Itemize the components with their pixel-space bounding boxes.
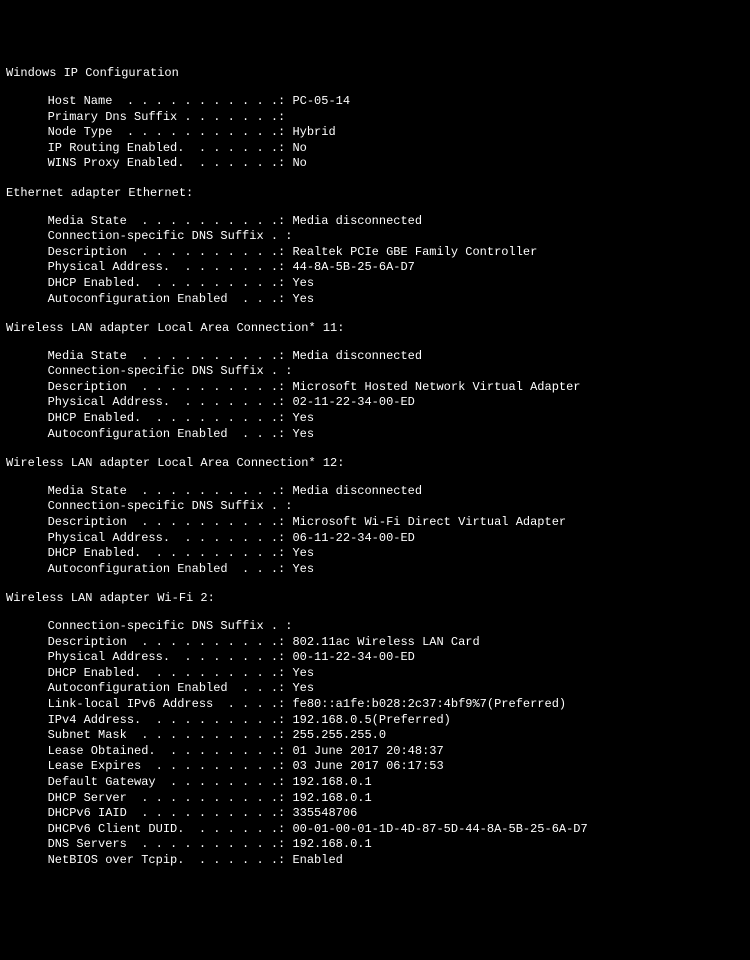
row-value: Enabled <box>292 853 342 867</box>
config-row: Host Name . . . . . . . . . . .: PC-05-1… <box>6 94 744 110</box>
config-row: Physical Address. . . . . . . .: 02-11-2… <box>6 395 744 411</box>
row-value: 192.168.0.1 <box>292 791 371 805</box>
adapter-header: Wireless LAN adapter Local Area Connecti… <box>6 321 744 337</box>
config-row: Description . . . . . . . . . .: Microso… <box>6 515 744 531</box>
config-row: DHCP Enabled. . . . . . . . . .: Yes <box>6 411 744 427</box>
config-row: Connection-specific DNS Suffix . : <box>6 229 744 245</box>
config-row: DHCP Enabled. . . . . . . . . .: Yes <box>6 546 744 562</box>
config-row: DHCP Enabled. . . . . . . . . .: Yes <box>6 276 744 292</box>
config-row: Physical Address. . . . . . . .: 06-11-2… <box>6 531 744 547</box>
row-value: 192.168.0.5(Preferred) <box>292 713 450 727</box>
config-row: IPv4 Address. . . . . . . . . .: 192.168… <box>6 713 744 729</box>
section-title: Windows IP Configuration <box>6 66 744 82</box>
row-value: Yes <box>292 666 314 680</box>
config-row: Autoconfiguration Enabled . . .: Yes <box>6 292 744 308</box>
config-row: Description . . . . . . . . . .: Realtek… <box>6 245 744 261</box>
config-row: Media State . . . . . . . . . .: Media d… <box>6 484 744 500</box>
config-row: Node Type . . . . . . . . . . .: Hybrid <box>6 125 744 141</box>
row-value: Realtek PCIe GBE Family Controller <box>292 245 537 259</box>
config-row: Link-local IPv6 Address . . . .: fe80::a… <box>6 697 744 713</box>
config-row: Physical Address. . . . . . . .: 44-8A-5… <box>6 260 744 276</box>
row-value: 06-11-22-34-00-ED <box>292 531 414 545</box>
row-value: Microsoft Hosted Network Virtual Adapter <box>292 380 580 394</box>
config-row: Physical Address. . . . . . . .: 00-11-2… <box>6 650 744 666</box>
config-row: IP Routing Enabled. . . . . . .: No <box>6 141 744 157</box>
config-row: WINS Proxy Enabled. . . . . . .: No <box>6 156 744 172</box>
config-row: Primary Dns Suffix . . . . . . .: <box>6 110 744 126</box>
row-value: Yes <box>292 427 314 441</box>
config-row: DHCP Server . . . . . . . . . .: 192.168… <box>6 791 744 807</box>
config-row: Connection-specific DNS Suffix . : <box>6 364 744 380</box>
config-row: Description . . . . . . . . . .: Microso… <box>6 380 744 396</box>
row-value: 255.255.255.0 <box>292 728 386 742</box>
row-value: No <box>292 141 306 155</box>
config-row: Description . . . . . . . . . .: 802.11a… <box>6 635 744 651</box>
config-row: NetBIOS over Tcpip. . . . . . .: Enabled <box>6 853 744 869</box>
row-value: 02-11-22-34-00-ED <box>292 395 414 409</box>
config-row: Connection-specific DNS Suffix . : <box>6 619 744 635</box>
row-value: Yes <box>292 276 314 290</box>
row-value: 00-11-22-34-00-ED <box>292 650 414 664</box>
row-value: fe80::a1fe:b028:2c37:4bf9%7(Preferred) <box>292 697 566 711</box>
adapter-header: Wireless LAN adapter Local Area Connecti… <box>6 456 744 472</box>
row-value: 01 June 2017 20:48:37 <box>292 744 443 758</box>
row-value: 03 June 2017 06:17:53 <box>292 759 443 773</box>
row-value: Yes <box>292 681 314 695</box>
config-row: DHCPv6 IAID . . . . . . . . . .: 3355487… <box>6 806 744 822</box>
adapter-header: Ethernet adapter Ethernet: <box>6 186 744 202</box>
row-value: 335548706 <box>292 806 357 820</box>
config-row: Media State . . . . . . . . . .: Media d… <box>6 349 744 365</box>
config-row: Subnet Mask . . . . . . . . . .: 255.255… <box>6 728 744 744</box>
config-row: Connection-specific DNS Suffix . : <box>6 499 744 515</box>
row-value: Hybrid <box>292 125 335 139</box>
row-value: Microsoft Wi-Fi Direct Virtual Adapter <box>292 515 566 529</box>
config-row: Autoconfiguration Enabled . . .: Yes <box>6 427 744 443</box>
row-value: Yes <box>292 411 314 425</box>
config-row: Autoconfiguration Enabled . . .: Yes <box>6 562 744 578</box>
row-value: Yes <box>292 546 314 560</box>
row-value: 00-01-00-01-1D-4D-87-5D-44-8A-5B-25-6A-D… <box>292 822 587 836</box>
row-value: 192.168.0.1 <box>292 837 371 851</box>
config-row: Autoconfiguration Enabled . . .: Yes <box>6 681 744 697</box>
config-row: Default Gateway . . . . . . . .: 192.168… <box>6 775 744 791</box>
config-row: Lease Expires . . . . . . . . .: 03 June… <box>6 759 744 775</box>
row-value: Media disconnected <box>292 349 422 363</box>
config-row: DNS Servers . . . . . . . . . .: 192.168… <box>6 837 744 853</box>
ipconfig-output: Windows IP Configuration Host Name . . .… <box>6 66 744 868</box>
row-value: Media disconnected <box>292 214 422 228</box>
row-value: 44-8A-5B-25-6A-D7 <box>292 260 414 274</box>
row-value: No <box>292 156 306 170</box>
row-value: Yes <box>292 562 314 576</box>
config-row: Media State . . . . . . . . . .: Media d… <box>6 214 744 230</box>
config-row: DHCPv6 Client DUID. . . . . . .: 00-01-0… <box>6 822 744 838</box>
config-row: DHCP Enabled. . . . . . . . . .: Yes <box>6 666 744 682</box>
row-value: 802.11ac Wireless LAN Card <box>292 635 479 649</box>
row-value: 192.168.0.1 <box>292 775 371 789</box>
config-row: Lease Obtained. . . . . . . . .: 01 June… <box>6 744 744 760</box>
row-value: Media disconnected <box>292 484 422 498</box>
row-value: PC-05-14 <box>292 94 350 108</box>
row-value: Yes <box>292 292 314 306</box>
adapter-header: Wireless LAN adapter Wi-Fi 2: <box>6 591 744 607</box>
